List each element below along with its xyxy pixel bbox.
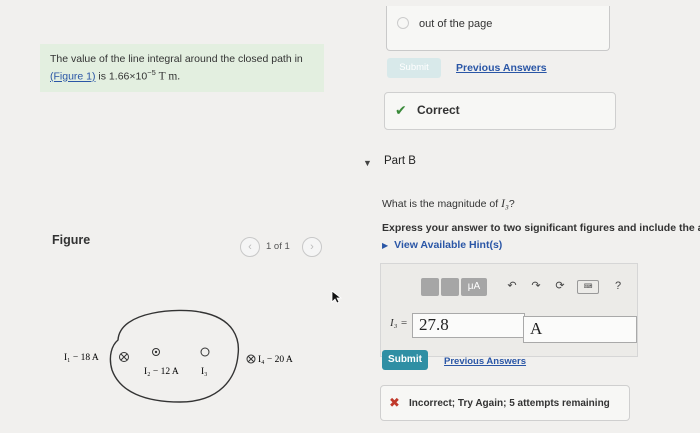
figure-page-count: 1 of 1: [266, 241, 290, 252]
closed-path-figure: I₁ − 18 A I₂ − 12 A I₃ I₄ − 20 A: [64, 309, 293, 403]
undo-icon[interactable]: ↶: [505, 276, 519, 296]
wire-i4-label: I₄ − 20 A: [258, 355, 293, 365]
problem-unit: T m.: [158, 70, 181, 83]
question-text: What is the magnitude of: [382, 198, 502, 210]
keyboard-icon[interactable]: ⌨: [577, 280, 599, 294]
figure-pager: ‹ 1 of 1 ›: [240, 237, 322, 261]
figure-link[interactable]: (Figure 1): [50, 71, 96, 83]
view-hints-link[interactable]: ▶ View Available Hint(s): [382, 239, 502, 251]
answer-editor: μA ↶ ↷ ⟳ ⌨ ? I₃ = 27.8 A: [380, 263, 638, 357]
units-button[interactable]: μA: [461, 278, 487, 296]
fraction-template-icon[interactable]: [441, 278, 459, 296]
closed-path: [109, 309, 240, 403]
previous-answers-link[interactable]: Previous Answers: [456, 62, 547, 74]
radio-button[interactable]: [397, 17, 409, 29]
question-variable: I₃: [501, 198, 509, 210]
answer-variable-label: I₃ =: [390, 317, 408, 329]
chevron-left-icon[interactable]: ‹: [240, 237, 260, 257]
wire-i3-unknown-icon: [200, 347, 210, 357]
correct-feedback: ✔ Correct: [384, 92, 616, 130]
help-button[interactable]: ?: [611, 276, 625, 296]
x-mark-icon: ✖: [389, 395, 400, 410]
wire-i1-label: I₁ − 18 A: [64, 353, 99, 363]
wire-i2-label: I₂ − 12 A: [144, 367, 179, 377]
answer-unit-input[interactable]: A: [523, 316, 637, 343]
reset-icon[interactable]: ⟳: [553, 276, 567, 296]
mouse-cursor-icon: [331, 290, 343, 304]
question-mark: ?: [508, 198, 515, 210]
problem-text: The value of the line integral around th…: [50, 53, 303, 65]
checkmark-icon: ✔: [395, 102, 407, 118]
wire-i3-label: I₃: [201, 367, 207, 377]
wire-i4-cross: [247, 355, 255, 363]
template-icon[interactable]: [421, 278, 439, 296]
problem-statement: The value of the line integral around th…: [40, 44, 324, 92]
part-b-title[interactable]: Part B: [384, 155, 416, 167]
submit-button[interactable]: Submit: [382, 350, 428, 370]
problem-exponent: −5: [147, 68, 156, 77]
incorrect-feedback: ✖ Incorrect; Try Again; 5 attempts remai…: [380, 385, 630, 421]
answer-instruction: Express your answer to two significant f…: [382, 222, 700, 234]
part-b-question: What is the magnitude of I₃?: [382, 198, 515, 210]
triangle-right-icon: ▶: [382, 241, 389, 250]
hints-label: View Available Hint(s): [394, 239, 503, 251]
previous-answers-link-part-b[interactable]: Previous Answers: [444, 356, 526, 367]
wire-i2-dot: [154, 350, 158, 354]
math-toolbar: μA ↶ ↷ ⟳ ⌨ ?: [421, 274, 633, 296]
problem-value: is 1.66×10: [95, 70, 148, 83]
correct-label: Correct: [417, 103, 460, 117]
answer-choice-label: out of the page: [419, 18, 493, 30]
submit-button-disabled: Submit: [387, 58, 441, 78]
answer-value-input[interactable]: 27.8: [412, 313, 525, 338]
collapse-caret-icon[interactable]: ▼: [363, 158, 372, 168]
answer-choice-box: out of the page: [386, 6, 610, 51]
wire-i1-cross: [120, 353, 128, 361]
figure-label: Figure: [52, 233, 91, 247]
chevron-right-icon[interactable]: ›: [302, 237, 322, 257]
incorrect-message: Incorrect; Try Again; 5 attempts remaini…: [409, 398, 610, 409]
redo-icon[interactable]: ↷: [529, 276, 543, 296]
